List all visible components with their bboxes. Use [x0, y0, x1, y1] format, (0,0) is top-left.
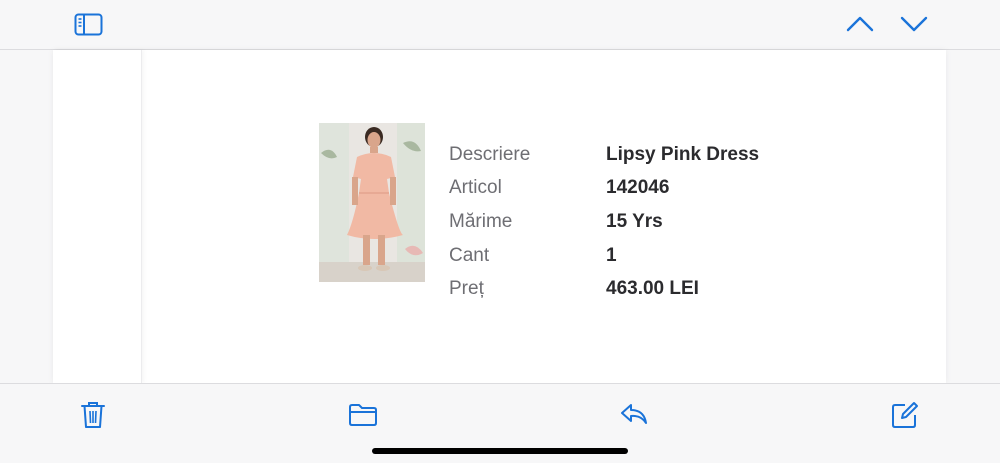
trash-icon [81, 402, 105, 428]
folder-icon [349, 404, 377, 426]
quantity-label: Cant [449, 244, 490, 266]
description-value: Lipsy Pink Dress [606, 143, 760, 165]
price-value: 463.00 LEI [606, 278, 699, 300]
order-details-table: Descriere Lipsy Pink Dress Articol 14204… [449, 138, 759, 306]
detail-row-description: Descriere Lipsy Pink Dress [449, 138, 759, 172]
delete-button[interactable] [81, 401, 105, 429]
top-toolbar [0, 0, 1000, 50]
size-value: 15 Yrs [606, 210, 663, 232]
mail-body: Descriere Lipsy Pink Dress Articol 14204… [53, 50, 946, 383]
article-value: 142046 [606, 177, 670, 199]
bottom-toolbar [0, 383, 1000, 463]
detail-row-price: Preț 463.00 LEI [449, 272, 759, 306]
email-left-column [53, 50, 142, 383]
reply-icon [621, 404, 647, 424]
compose-icon [892, 402, 918, 428]
sidebar-icon [74, 13, 103, 36]
previous-message-button[interactable] [846, 14, 874, 34]
detail-row-article: Articol 142046 [449, 172, 759, 206]
chevron-up-icon [846, 16, 874, 32]
sidebar-toggle-button[interactable] [74, 13, 103, 36]
description-label: Descriere [449, 143, 531, 165]
quantity-value: 1 [606, 244, 617, 266]
size-label: Mărime [449, 210, 513, 232]
home-indicator [372, 448, 628, 454]
detail-row-quantity: Cant 1 [449, 239, 759, 273]
article-label: Articol [449, 177, 502, 199]
reply-button[interactable] [619, 402, 649, 426]
compose-button[interactable] [891, 401, 919, 429]
chevron-down-icon [900, 16, 928, 32]
detail-row-size: Mărime 15 Yrs [449, 205, 759, 239]
price-label: Preț [449, 278, 484, 300]
next-message-button[interactable] [900, 14, 928, 34]
move-to-folder-button[interactable] [348, 403, 378, 427]
message-content: Descriere Lipsy Pink Dress Articol 14204… [0, 50, 1000, 383]
product-image [319, 123, 425, 282]
